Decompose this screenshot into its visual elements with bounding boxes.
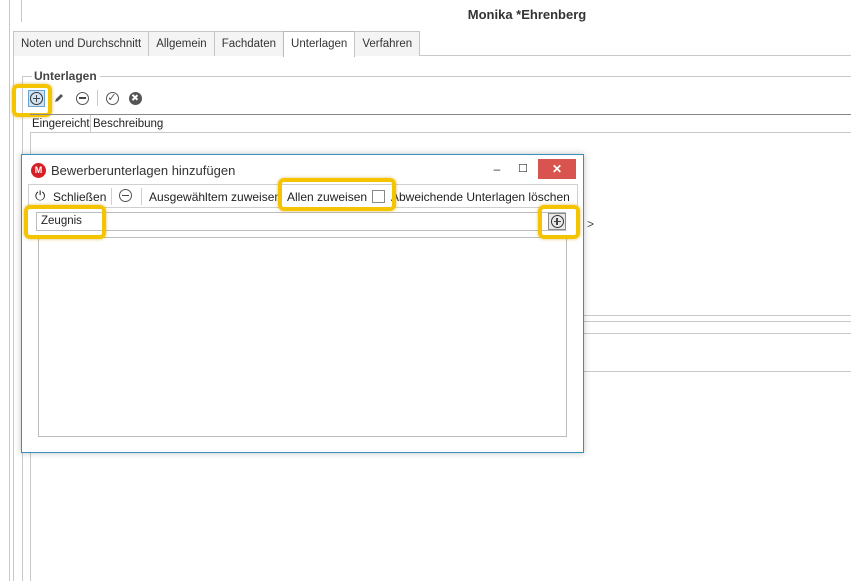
column-beschreibung[interactable]: Beschreibung bbox=[93, 116, 163, 132]
document-input-value: Zeugnis bbox=[41, 215, 82, 227]
delete-different-button[interactable]: Abweichende Unterlagen löschen bbox=[391, 190, 570, 204]
assign-all-label[interactable]: Allen zuweisen bbox=[287, 190, 367, 204]
tab-verfahren[interactable]: Verfahren bbox=[354, 31, 421, 56]
minus-circle-icon[interactable] bbox=[74, 90, 90, 106]
add-document-button[interactable] bbox=[548, 213, 566, 230]
group-box-top-line-left bbox=[22, 76, 32, 77]
partial-text: > bbox=[587, 217, 595, 231]
document-input[interactable]: Zeugnis bbox=[36, 212, 566, 231]
column-divider bbox=[90, 115, 91, 132]
tab-allgemein[interactable]: Allgemein bbox=[148, 31, 215, 56]
bg-line-4 bbox=[584, 371, 851, 372]
tab-noten[interactable]: Noten und Durchschnitt bbox=[13, 31, 150, 56]
documents-list[interactable] bbox=[38, 237, 567, 437]
dialog-toolbar: ⏻ Schließen Ausgewähltem zuweisen Allen … bbox=[28, 184, 578, 208]
add-icon[interactable] bbox=[28, 90, 45, 107]
check-circle-icon[interactable]: ✓ bbox=[104, 90, 120, 106]
left-frame-line bbox=[9, 0, 10, 581]
window-title: Monika *Ehrenberg bbox=[467, 7, 587, 22]
bg-line-2 bbox=[584, 321, 851, 322]
x-circle-icon[interactable] bbox=[127, 90, 143, 106]
minimize-button[interactable]: – bbox=[486, 159, 508, 179]
power-icon: ⏻ bbox=[35, 188, 46, 203]
dialog-title: Bewerberunterlagen hinzufügen bbox=[51, 163, 236, 178]
column-eingereicht[interactable]: Eingereicht bbox=[32, 116, 90, 132]
close-button[interactable]: ✕ bbox=[538, 159, 576, 179]
group-label-unterlagen: Unterlagen bbox=[34, 69, 97, 83]
tab-unterlagen[interactable]: Unterlagen bbox=[283, 31, 356, 57]
grid-top-line bbox=[30, 114, 851, 115]
maximize-button[interactable]: ☐ bbox=[512, 159, 534, 179]
tab-fachdaten[interactable]: Fachdaten bbox=[213, 31, 285, 56]
toolbar-separator bbox=[97, 90, 98, 106]
tab-strip: Noten und Durchschnitt Allgemein Fachdat… bbox=[13, 31, 421, 57]
minus-circle-icon[interactable] bbox=[119, 189, 132, 202]
bg-line-1 bbox=[584, 315, 851, 316]
close-dialog-button[interactable]: Schließen bbox=[53, 190, 106, 204]
group-box-top-line bbox=[100, 76, 851, 77]
tab-panel-left-border bbox=[13, 55, 14, 581]
bg-line-3 bbox=[584, 333, 851, 334]
grid-header-bottom bbox=[30, 132, 851, 133]
add-documents-dialog: M Bewerberunterlagen hinzufügen – ☐ ✕ ⏻ … bbox=[21, 154, 584, 453]
pencil-icon[interactable] bbox=[51, 90, 67, 106]
toolbar-sep-1 bbox=[111, 188, 112, 205]
toolbar-sep-2 bbox=[141, 188, 142, 205]
assign-all-checkbox[interactable] bbox=[372, 190, 385, 203]
assign-selected-button[interactable]: Ausgewähltem zuweisen bbox=[149, 190, 281, 204]
app-logo-icon: M bbox=[31, 163, 46, 178]
